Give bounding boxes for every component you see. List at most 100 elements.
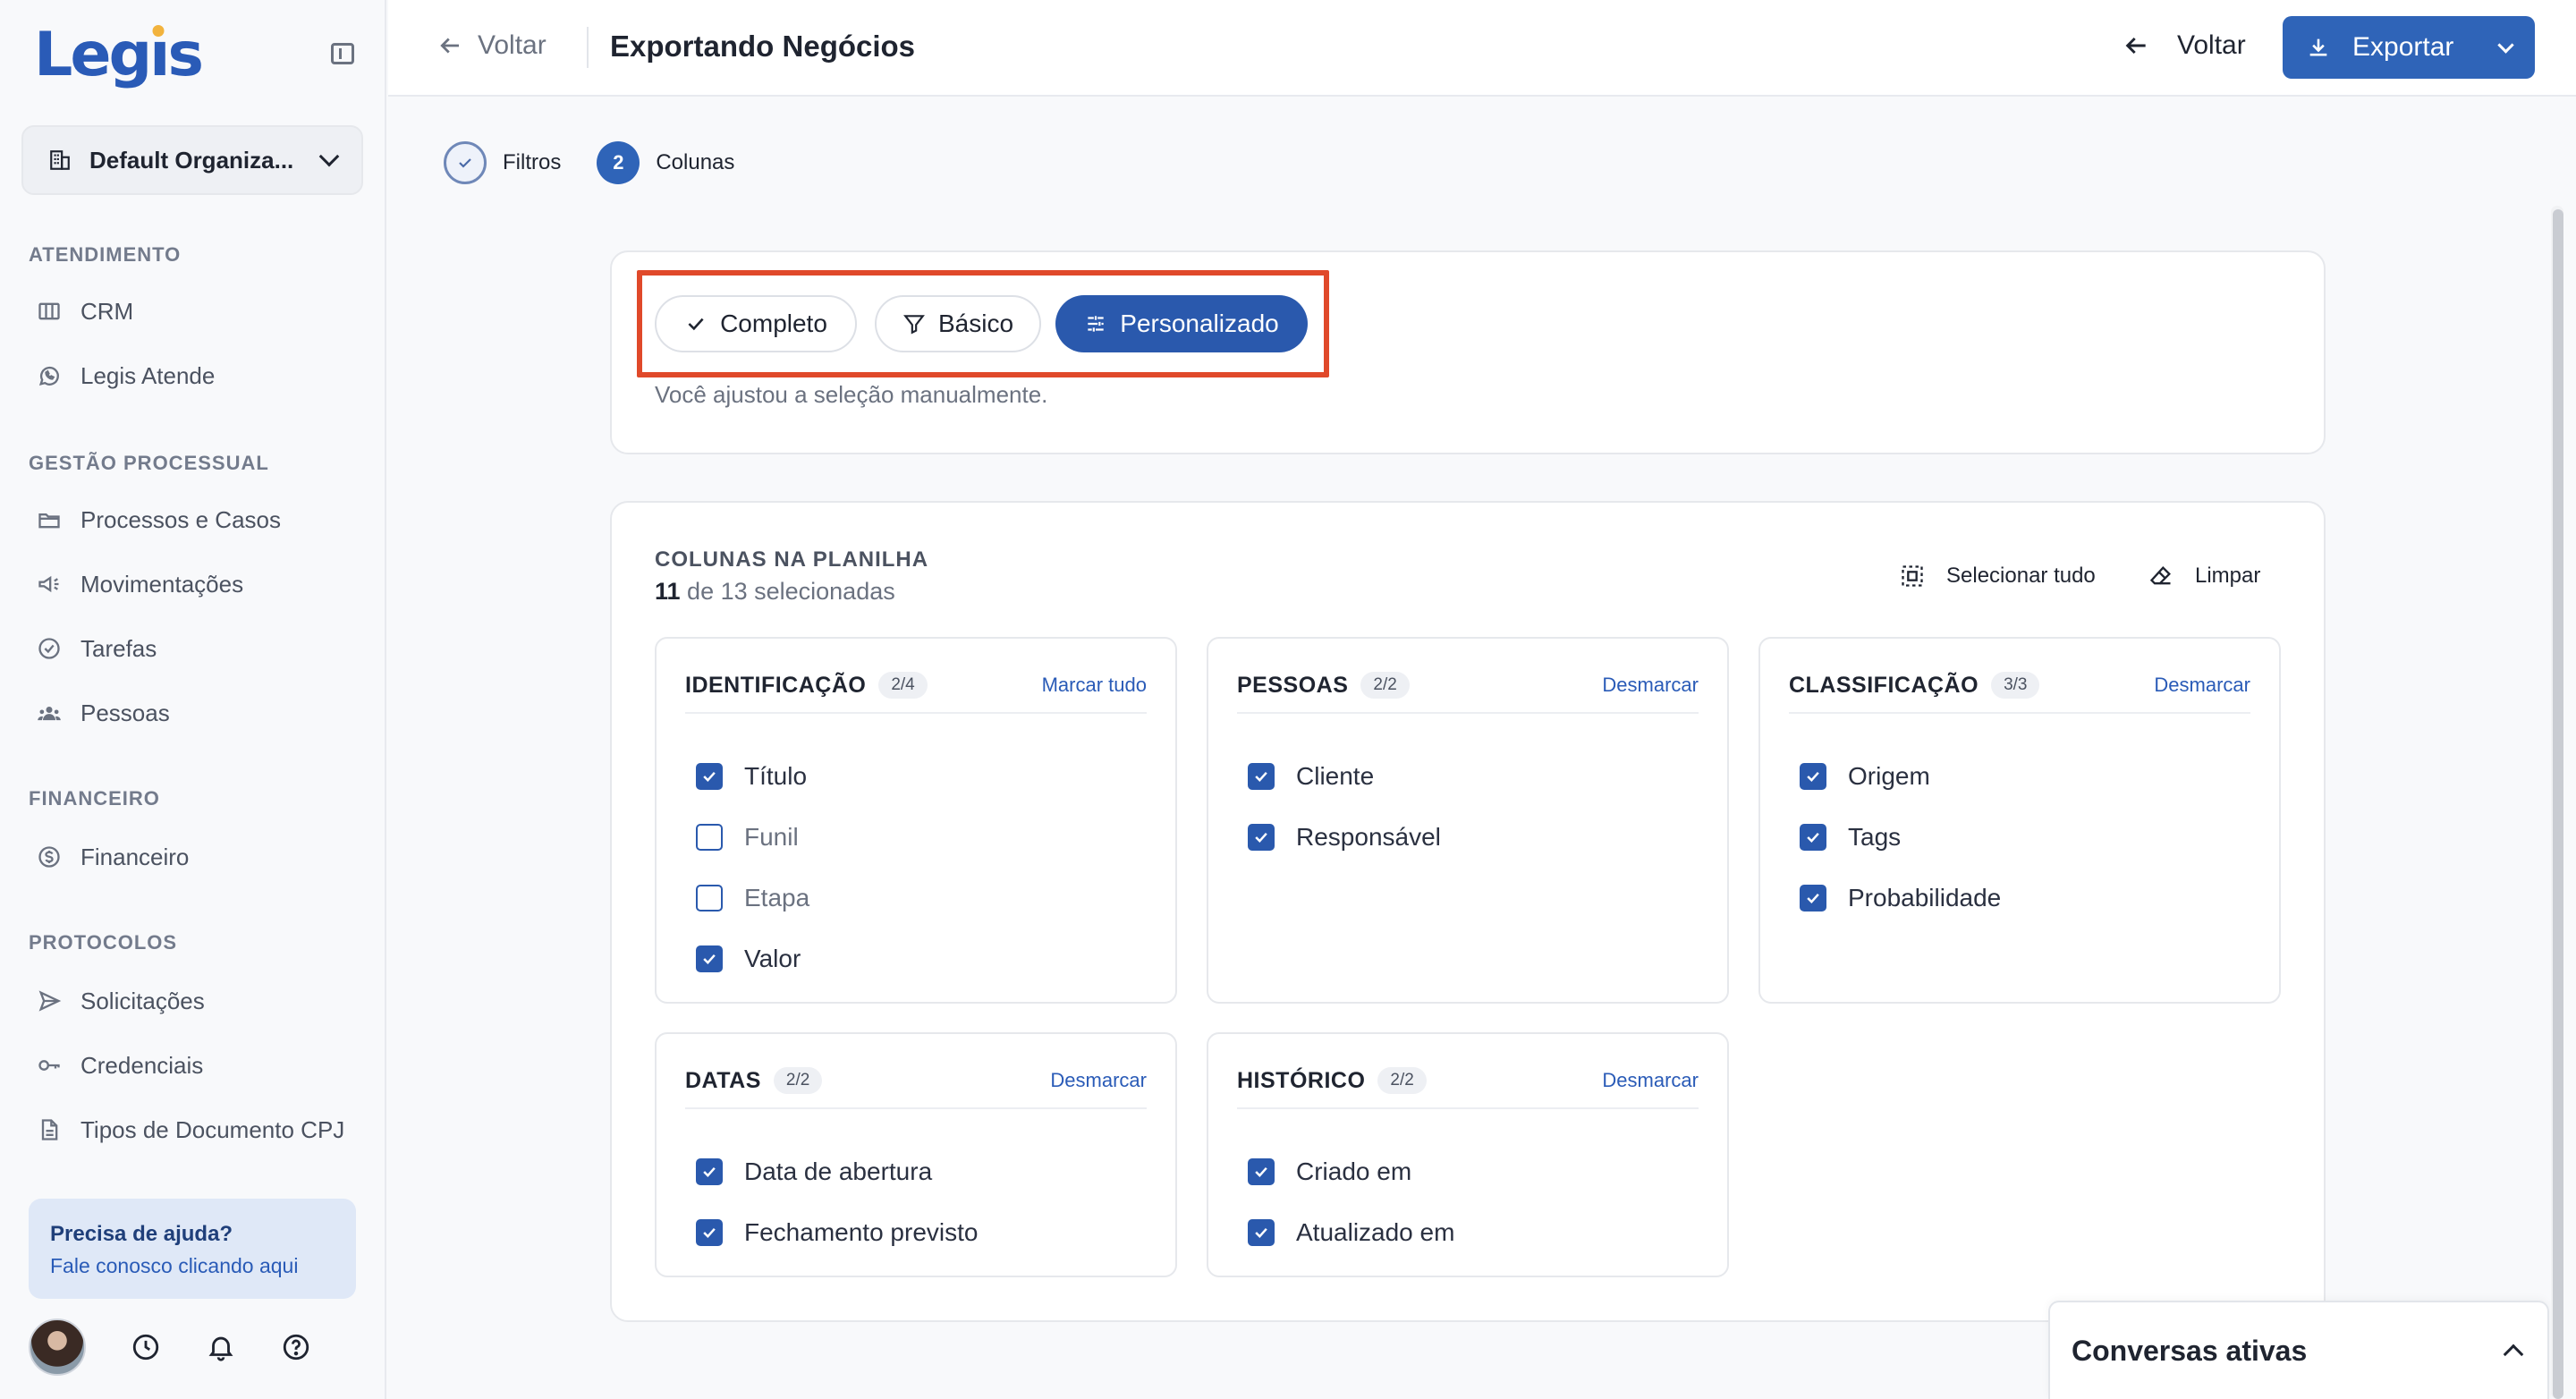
column-checkbox-criado-em[interactable]: Criado em — [1248, 1141, 1454, 1202]
column-checkbox-responsavel[interactable]: Responsável — [1248, 807, 1441, 868]
sidebar-item-tarefas[interactable]: Tarefas — [36, 631, 157, 666]
nav-section-atendimento: ATENDIMENTO — [29, 243, 182, 266]
back-label: Voltar — [2177, 30, 2246, 60]
document-icon — [36, 1116, 63, 1143]
group-toggle-link[interactable]: Desmarcar — [1602, 674, 1699, 697]
sidebar-footer — [29, 1318, 311, 1376]
sidebar-item-movimentacoes[interactable]: Movimentações — [36, 566, 243, 602]
organization-select[interactable]: Default Organiza... — [21, 125, 363, 195]
checkbox-checked-icon[interactable] — [696, 945, 723, 972]
nav-section-financeiro: FINANCEIRO — [29, 787, 160, 810]
select-all-button[interactable]: Selecionar tudo — [1900, 564, 2096, 589]
column-label: Funil — [744, 823, 799, 851]
clear-button[interactable]: Limpar — [2148, 564, 2260, 589]
column-checkbox-cliente[interactable]: Cliente — [1248, 746, 1441, 807]
column-checkbox-atualizado-em[interactable]: Atualizado em — [1248, 1202, 1454, 1263]
bell-icon[interactable] — [206, 1332, 236, 1362]
stepper: Filtros 2 Colunas — [444, 141, 770, 184]
building-icon — [48, 148, 72, 172]
checkbox-checked-icon[interactable] — [1800, 763, 1826, 790]
preset-completo-button[interactable]: Completo — [655, 295, 857, 352]
group-toggle-link[interactable]: Desmarcar — [1050, 1069, 1147, 1092]
sidebar-collapse-icon[interactable] — [331, 43, 354, 64]
divider — [587, 27, 589, 68]
organization-name: Default Organiza... — [89, 146, 294, 174]
sidebar-item-legis-atende[interactable]: Legis Atende — [36, 358, 215, 394]
column-checkbox-funil[interactable]: Funil — [696, 807, 809, 868]
preset-completo-label: Completo — [720, 309, 827, 337]
sidebar-item-label: Solicitações — [80, 987, 205, 1014]
sidebar-item-label: Credenciais — [80, 1051, 204, 1079]
back-button-right[interactable]: Voltar — [2122, 30, 2246, 61]
column-checkbox-probabilidade[interactable]: Probabilidade — [1800, 868, 2001, 928]
sidebar-item-solicitacoes[interactable]: Solicitações — [36, 983, 205, 1019]
column-checkbox-valor[interactable]: Valor — [696, 928, 809, 989]
sidebar-item-processos[interactable]: Processos e Casos — [36, 502, 281, 538]
columns-heading: COLUNAS NA PLANILHA — [655, 547, 929, 572]
send-icon — [36, 988, 63, 1014]
scrollbar-thumb[interactable] — [2553, 209, 2563, 1399]
group-badge: 2/2 — [773, 1067, 823, 1094]
sidebar-item-credenciais[interactable]: Credenciais — [36, 1047, 203, 1083]
sidebar-item-tipos-documento[interactable]: Tipos de Documento CPJ — [36, 1112, 344, 1148]
preset-basico-button[interactable]: Básico — [875, 295, 1041, 352]
sidebar-item-label: Tarefas — [80, 634, 157, 662]
sidebar-item-crm[interactable]: CRM — [36, 293, 133, 329]
preset-personalizado-label: Personalizado — [1120, 309, 1279, 337]
column-checkbox-fechamento-previsto[interactable]: Fechamento previsto — [696, 1202, 978, 1263]
column-label: Cliente — [1296, 762, 1375, 790]
group-badge: 2/2 — [1360, 672, 1410, 699]
checkbox-unchecked-icon[interactable] — [696, 885, 723, 911]
active-conversations-widget[interactable]: Conversas ativas — [2048, 1301, 2549, 1399]
group-toggle-link[interactable]: Desmarcar — [1602, 1069, 1699, 1092]
group-header: CLASSIFICAÇÃO 3/3 Desmarcar — [1789, 666, 2250, 714]
group-items: Título Funil Etapa Valor — [696, 746, 809, 989]
sidebar-item-label: Tipos de Documento CPJ — [80, 1115, 345, 1143]
preset-personalizado-button[interactable]: Personalizado — [1055, 295, 1308, 352]
columns-icon — [36, 298, 63, 325]
export-button[interactable]: Exportar — [2283, 16, 2535, 79]
checkbox-checked-icon[interactable] — [1248, 1219, 1275, 1246]
group-toggle-link[interactable]: Desmarcar — [2154, 674, 2250, 697]
avatar[interactable] — [29, 1318, 86, 1376]
column-label: Criado em — [1296, 1157, 1412, 1185]
columns-count: 11 de 13 selecionadas — [655, 578, 895, 606]
checkbox-checked-icon[interactable] — [1800, 885, 1826, 911]
column-checkbox-etapa[interactable]: Etapa — [696, 868, 809, 928]
checkbox-checked-icon[interactable] — [696, 1158, 723, 1185]
sidebar-item-pessoas[interactable]: Pessoas — [36, 695, 170, 731]
group-classificacao: CLASSIFICAÇÃO 3/3 Desmarcar Origem Tags … — [1758, 637, 2281, 1004]
clock-icon[interactable] — [131, 1332, 161, 1362]
step-filtros-check-icon[interactable] — [444, 141, 487, 184]
help-circle-icon[interactable] — [281, 1332, 311, 1362]
checkbox-checked-icon[interactable] — [696, 1219, 723, 1246]
column-label: Probabilidade — [1848, 884, 2002, 911]
chevron-up-icon[interactable] — [2503, 1344, 2524, 1365]
legis-logo[interactable]: Legıs — [34, 20, 204, 90]
sidebar-item-label: CRM — [80, 297, 134, 325]
checkbox-checked-icon[interactable] — [1800, 824, 1826, 851]
group-items: Data de abertura Fechamento previsto — [696, 1141, 978, 1263]
group-title: PESSOAS — [1237, 672, 1349, 698]
group-items: Cliente Responsável — [1248, 746, 1441, 868]
help-link[interactable]: Fale conosco clicando aqui — [50, 1254, 335, 1278]
preset-note: Você ajustou a seleção manualmente. — [655, 381, 1048, 408]
sidebar-item-financeiro[interactable]: Financeiro — [36, 839, 189, 875]
checkbox-checked-icon[interactable] — [1248, 824, 1275, 851]
back-button[interactable]: Voltar — [436, 30, 547, 61]
group-toggle-link[interactable]: Marcar tudo — [1042, 674, 1147, 697]
page-title: Exportando Negócios — [610, 30, 916, 63]
chevron-down-icon[interactable] — [2497, 36, 2514, 54]
checkbox-checked-icon[interactable] — [696, 763, 723, 790]
checkbox-checked-icon[interactable] — [1248, 763, 1275, 790]
column-checkbox-origem[interactable]: Origem — [1800, 746, 2001, 807]
group-title: DATAS — [685, 1067, 761, 1093]
help-card[interactable]: Precisa de ajuda? Fale conosco clicando … — [29, 1199, 356, 1299]
column-checkbox-tags[interactable]: Tags — [1800, 807, 2001, 868]
checkbox-checked-icon[interactable] — [1248, 1158, 1275, 1185]
column-checkbox-titulo[interactable]: Título — [696, 746, 809, 807]
column-checkbox-data-abertura[interactable]: Data de abertura — [696, 1141, 978, 1202]
step-filtros-label[interactable]: Filtros — [503, 150, 561, 175]
eraser-icon — [2149, 565, 2171, 585]
checkbox-unchecked-icon[interactable] — [696, 824, 723, 851]
